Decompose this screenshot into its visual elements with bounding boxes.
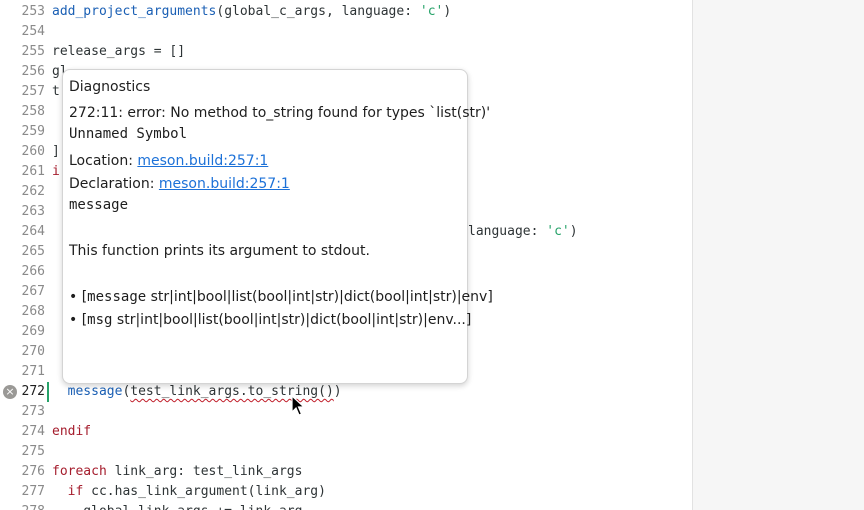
code-line[interactable]: 275 xyxy=(0,442,692,462)
code-token: 'c' xyxy=(419,4,444,19)
line-number: 260 xyxy=(21,144,45,159)
code-token: ] xyxy=(52,144,60,159)
declaration-label: Declaration: xyxy=(69,176,159,192)
line-number: 264 xyxy=(21,224,45,239)
code-text[interactable]: ] xyxy=(52,142,60,162)
function-name: message xyxy=(69,197,129,213)
line-number: 278 xyxy=(0,502,45,510)
code-token: language: xyxy=(468,224,547,239)
code-text[interactable]: language: 'c') xyxy=(468,222,578,242)
sig1-params: str|int|bool|list(bool|int|str)|dict(boo… xyxy=(146,289,493,305)
sig1-name: message xyxy=(87,289,147,305)
code-text[interactable]: if cc.has_link_argument(link_arg) xyxy=(52,482,326,502)
line-number: 271 xyxy=(21,364,45,379)
location-label: Location: xyxy=(69,153,138,169)
location-link[interactable]: meson.build:257:1 xyxy=(137,153,268,169)
line-number: 259 xyxy=(21,124,45,139)
line-number: 275 xyxy=(21,444,45,459)
code-text[interactable]: i xyxy=(52,162,60,182)
line-number: 270 xyxy=(21,344,45,359)
line-number: 265 xyxy=(21,244,45,259)
tooltip-header: Diagnostics xyxy=(69,79,151,95)
line-number: 274 xyxy=(21,424,45,439)
line-number: 268 xyxy=(21,304,45,319)
line-number: 258 xyxy=(21,104,45,119)
function-description: This function prints its argument to std… xyxy=(69,243,370,259)
code-token: cc.has_link_argument(link_arg) xyxy=(83,484,326,499)
symbol-name: Unnamed Symbol xyxy=(69,126,188,142)
line-number: 255 xyxy=(21,44,45,59)
sig2-name: msg xyxy=(87,312,113,328)
code-token: foreach xyxy=(52,464,107,479)
line-number: 256 xyxy=(21,64,45,79)
diagnostic-message: 272:11: error: No method to_string found… xyxy=(69,105,491,121)
code-token: endif xyxy=(52,424,92,439)
code-line[interactable]: 277 if cc.has_link_argument(link_arg) xyxy=(0,482,692,502)
code-token: ) xyxy=(333,384,342,399)
declaration-row: Declaration: meson.build:257:1 xyxy=(69,176,290,192)
code-text[interactable]: foreach link_arg: test_link_args xyxy=(52,462,302,482)
code-line[interactable]: 255 release_args = [] xyxy=(0,42,692,62)
code-token: t xyxy=(52,84,60,99)
sig2-params: str|int|bool|list(bool|int|str)|dict(boo… xyxy=(112,312,472,328)
code-line[interactable]: × 272 message(test_link_args.to_string()) xyxy=(0,382,692,402)
mouse-pointer-icon xyxy=(291,395,305,416)
code-line[interactable]: 253 add_project_arguments(global_c_args, … xyxy=(0,2,692,22)
line-number: 266 xyxy=(21,264,45,279)
signature-msg: • [msg str|int|bool|list(bool|int|str)|d… xyxy=(69,312,471,328)
code-line[interactable]: 278 global_link_args += link_arg xyxy=(0,502,692,510)
line-number: 263 xyxy=(21,204,45,219)
code-token: ) xyxy=(569,224,578,239)
line-number: 254 xyxy=(21,24,45,39)
code-token: ) xyxy=(443,4,452,19)
signature-message: • [message str|int|bool|list(bool|int|st… xyxy=(69,289,493,305)
line-number: 269 xyxy=(21,324,45,339)
code-text[interactable]: add_project_arguments(global_c_args, lan… xyxy=(52,2,451,22)
code-line[interactable]: 254 xyxy=(0,22,692,42)
code-token: link_arg: test_link_args xyxy=(106,464,303,479)
line-number: 253 xyxy=(21,4,45,19)
sig2-bullet: • [ xyxy=(69,312,88,328)
declaration-link[interactable]: meson.build:257:1 xyxy=(159,176,290,192)
location-row: Location: meson.build:257:1 xyxy=(69,153,268,169)
code-token: release_args = [] xyxy=(52,44,186,59)
code-line[interactable]: 274 endif xyxy=(0,422,692,442)
line-number: 261 xyxy=(21,164,45,179)
code-token: global_link_args += link_arg xyxy=(52,504,302,510)
line-number: 273 xyxy=(21,404,45,419)
code-token: 'c' xyxy=(546,224,570,239)
line-number: 272 xyxy=(21,384,45,399)
code-token: i xyxy=(52,164,60,179)
code-token: add_project_arguments xyxy=(52,4,217,19)
code-token: if xyxy=(67,484,84,499)
line-number: 267 xyxy=(21,284,45,299)
line-number: 276 xyxy=(21,464,45,479)
code-line[interactable]: 273 xyxy=(0,402,692,422)
code-text[interactable]: global_link_args += link_arg xyxy=(52,502,302,510)
overview-map[interactable] xyxy=(692,0,864,510)
code-line[interactable]: 276 foreach link_arg: test_link_args xyxy=(0,462,692,482)
code-text[interactable]: endif xyxy=(52,422,91,442)
code-text[interactable]: t xyxy=(52,82,60,102)
code-text[interactable]: release_args = [] xyxy=(52,42,185,62)
sig1-bullet: • [ xyxy=(69,289,88,305)
line-number: 257 xyxy=(21,84,45,99)
modified-line-marker xyxy=(47,382,49,402)
line-number: 277 xyxy=(21,484,45,499)
code-token: (global_c_args, language: xyxy=(216,4,420,19)
diagnostics-tooltip: Diagnostics 272:11: error: No method to_… xyxy=(62,69,493,384)
code-token: message xyxy=(67,384,123,399)
line-number: 262 xyxy=(21,184,45,199)
